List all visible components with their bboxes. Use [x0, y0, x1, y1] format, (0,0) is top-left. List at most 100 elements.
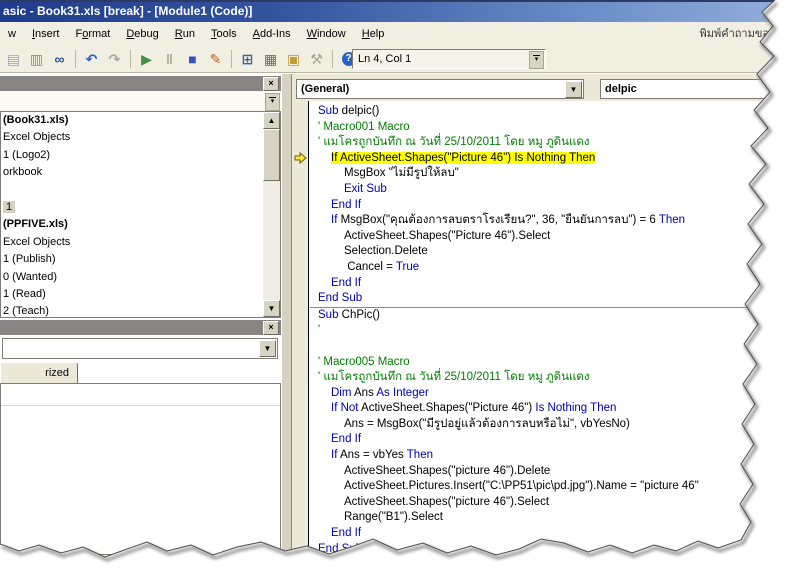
- code-line[interactable]: If MsgBox("คุณต้องการลบตราโรงเรียน?", 36…: [310, 213, 793, 229]
- code-line[interactable]: End If: [310, 526, 793, 542]
- vba-editor-window: asic - Book31.xls [break] - [Module1 (Co…: [0, 0, 793, 572]
- code-line[interactable]: ' แมโครถูกบันทึก ณ วันที่ 25/10/2011 โดย…: [310, 135, 793, 151]
- code-line[interactable]: Ans = MsgBox("มีรูปอยู่แล้วต้องการลบหรือ…: [310, 417, 793, 433]
- project-toolbar-row: ▾: [0, 91, 281, 112]
- tree-item[interactable]: 1: [1, 199, 280, 216]
- tree-scrollbar-thumb[interactable]: [263, 129, 280, 181]
- scroll-down-icon[interactable]: ▼: [263, 300, 280, 317]
- menu-item-help[interactable]: Help: [354, 22, 393, 46]
- code-line[interactable]: If Ans = vbYes Then: [310, 448, 793, 464]
- code-line[interactable]: ' Macro005 Macro: [310, 355, 793, 371]
- menu-item-format[interactable]: Format: [67, 22, 118, 46]
- run-icon[interactable]: ▶: [136, 49, 157, 69]
- menu-item-debug[interactable]: Debug: [118, 22, 166, 46]
- code-line[interactable]: If ActiveSheet.Shapes("Picture 46") Is N…: [310, 151, 793, 167]
- code-editor[interactable]: Sub delpic()' Macro001 Macro' แมโครถูกบั…: [310, 101, 793, 572]
- menu-item-addins[interactable]: Add-Ins: [245, 22, 299, 46]
- properties-object-combo[interactable]: ▼: [2, 338, 278, 359]
- toolbar-separator: [130, 50, 131, 68]
- code-line[interactable]: End Sub: [310, 542, 793, 558]
- title-bar[interactable]: asic - Book31.xls [break] - [Module1 (Co…: [0, 0, 793, 22]
- code-line[interactable]: Sub delpic(): [310, 104, 793, 120]
- code-line[interactable]: ' แมโครถูกบันทึก ณ วันที่ 25/10/2011 โดย…: [310, 370, 793, 386]
- menu-bar: wInsertFormatDebugRunToolsAdd-InsWindowH…: [0, 22, 793, 47]
- code-line[interactable]: Sub ChPic(): [310, 307, 793, 324]
- code-margin-bar[interactable]: [292, 101, 309, 572]
- menu-item-w[interactable]: w: [0, 22, 24, 46]
- scroll-up-icon[interactable]: ▲: [263, 112, 280, 129]
- project-tree-items: (Book31.xls)Excel Objects1 (Logo2)orkboo…: [1, 112, 280, 318]
- project-tree: (Book31.xls)Excel Objects1 (Logo2)orkboo…: [0, 111, 281, 318]
- object-dropdown-arrow-icon[interactable]: ▼: [565, 81, 582, 98]
- tree-item[interactable]: 1 (Logo2): [1, 147, 280, 164]
- code-line[interactable]: MsgBox "ไม่มีรูปให้ลบ": [310, 166, 793, 182]
- line-col-indicator[interactable]: Ln 4, Col 1 ▾: [352, 49, 546, 69]
- properties-close-icon[interactable]: ×: [263, 321, 279, 335]
- code-line[interactable]: ActiveSheet.Pictures.Insert("C:\PP51\pic…: [310, 479, 793, 495]
- code-line[interactable]: End If: [310, 432, 793, 448]
- properties-panel-header[interactable]: ×: [0, 320, 281, 335]
- code-line[interactable]: End Sub: [310, 291, 793, 307]
- code-lines: Sub delpic()' Macro001 Macro' แมโครถูกบั…: [310, 104, 793, 557]
- project-toolbar-overflow-icon[interactable]: ▾: [265, 93, 280, 111]
- paste-icon[interactable]: ▥: [26, 49, 47, 69]
- tree-item[interactable]: (Book31.xls): [1, 112, 280, 129]
- toolbar-separator: [332, 50, 333, 68]
- code-line[interactable]: Exit Sub: [310, 182, 793, 198]
- code-line[interactable]: ActiveSheet.Shapes("picture 46").Delete: [310, 464, 793, 480]
- project-explorer-icon[interactable]: ⊞: [237, 49, 258, 69]
- toolbox-icon[interactable]: ⚒: [306, 49, 327, 69]
- tab-categorized[interactable]: rized: [0, 362, 78, 383]
- code-line[interactable]: ActiveSheet.Shapes("picture 46").Select: [310, 495, 793, 511]
- code-line[interactable]: Dim Ans As Integer: [310, 386, 793, 402]
- properties-combo-value: [3, 343, 6, 355]
- tree-item[interactable]: 1 (Read): [1, 286, 280, 303]
- tree-item[interactable]: 1 (Publish): [1, 251, 280, 268]
- break-icon[interactable]: ‖: [159, 49, 180, 69]
- toolbar-separator: [75, 50, 76, 68]
- menu-item-window[interactable]: Window: [299, 22, 354, 46]
- procedure-dropdown[interactable]: delpic: [600, 79, 790, 99]
- toolbar-separator: [231, 50, 232, 68]
- properties-grid: [0, 383, 281, 555]
- design-mode-icon[interactable]: ✎: [205, 49, 226, 69]
- object-browser-icon[interactable]: ▣: [283, 49, 304, 69]
- code-line[interactable]: End If: [310, 276, 793, 292]
- object-dropdown[interactable]: (General) ▼: [296, 79, 584, 99]
- object-dropdown-value: (General): [301, 83, 349, 95]
- code-line[interactable]: If Not ActiveSheet.Shapes("Picture 46") …: [310, 401, 793, 417]
- tree-item[interactable]: (PPFIVE.xls): [1, 216, 280, 233]
- toolbar-options-arrow-icon[interactable]: ▾: [529, 51, 544, 69]
- project-close-icon[interactable]: ×: [263, 77, 279, 91]
- menu-item-insert[interactable]: Insert: [24, 22, 68, 46]
- project-panel-header[interactable]: ×: [0, 76, 281, 91]
- properties-grid-divider: [1, 405, 280, 406]
- menu-item-tools[interactable]: Tools: [203, 22, 245, 46]
- code-line[interactable]: [310, 339, 793, 355]
- tree-item[interactable]: 0 (Wanted): [1, 269, 280, 286]
- tree-item[interactable]: [1, 182, 280, 199]
- tree-item[interactable]: 2 (Teach): [1, 303, 280, 318]
- code-line[interactable]: Cancel = True: [310, 260, 793, 276]
- reset-icon[interactable]: ■: [182, 49, 203, 69]
- code-line[interactable]: Range("B1").Select: [310, 510, 793, 526]
- menu-item-run[interactable]: Run: [167, 22, 203, 46]
- code-line[interactable]: ' Macro001 Macro: [310, 120, 793, 136]
- code-line[interactable]: End If: [310, 198, 793, 214]
- copy-icon[interactable]: ▤: [3, 49, 24, 69]
- properties-combo-arrow-icon[interactable]: ▼: [259, 340, 276, 357]
- execution-point-arrow-icon: [294, 152, 307, 164]
- tree-item[interactable]: Excel Objects: [1, 129, 280, 146]
- window-title: asic - Book31.xls [break] - [Module1 (Co…: [0, 2, 793, 21]
- panel-splitter[interactable]: [281, 74, 292, 555]
- help-question-box[interactable]: พิมพ์คำถามขอ: [693, 22, 775, 46]
- tree-item[interactable]: orkbook: [1, 164, 280, 181]
- redo-icon[interactable]: ↷: [104, 49, 125, 69]
- undo-icon[interactable]: ↶: [81, 49, 102, 69]
- tree-item[interactable]: Excel Objects: [1, 234, 280, 251]
- find-icon[interactable]: ∞: [49, 49, 70, 69]
- properties-window-icon[interactable]: ▦: [260, 49, 281, 69]
- code-line[interactable]: Selection.Delete: [310, 244, 793, 260]
- code-line[interactable]: ': [310, 323, 793, 339]
- code-line[interactable]: ActiveSheet.Shapes("Picture 46").Select: [310, 229, 793, 245]
